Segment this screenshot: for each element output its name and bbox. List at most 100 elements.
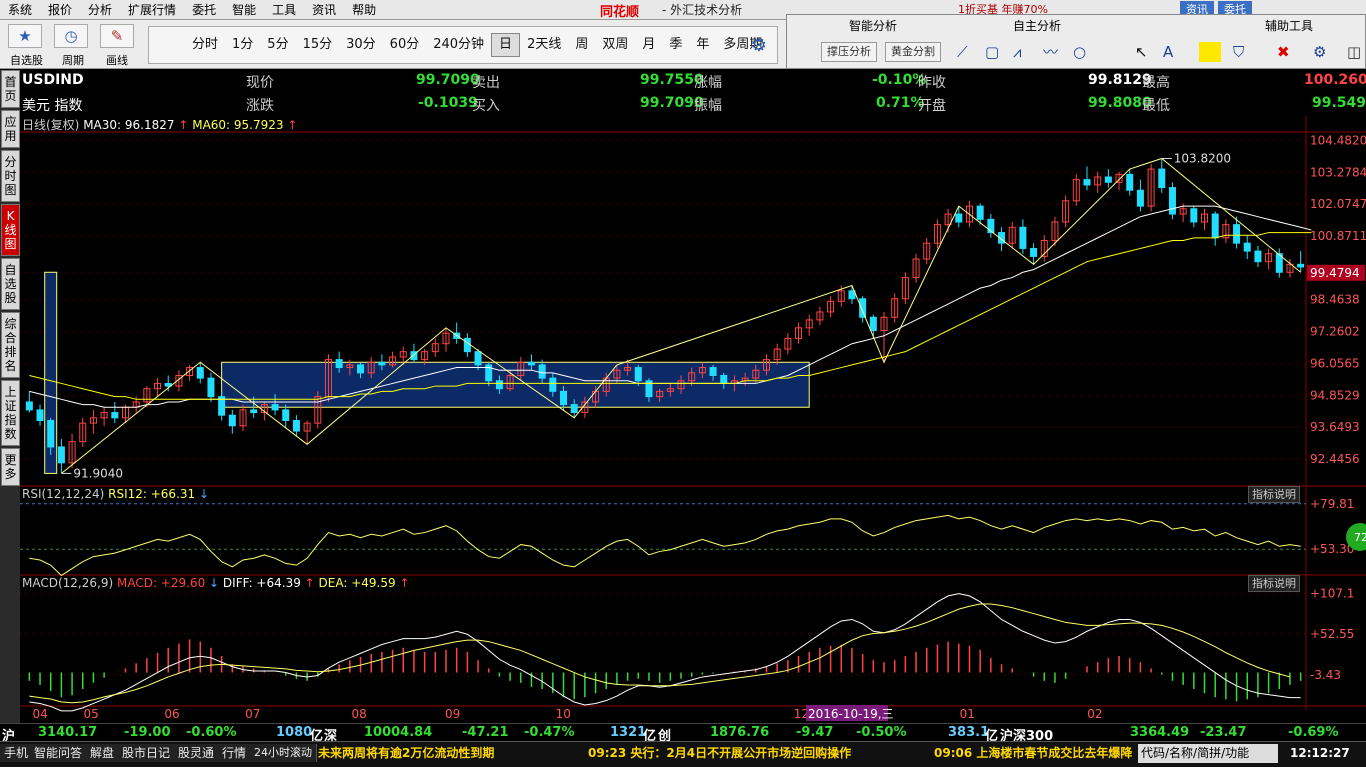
candle-body: [1233, 224, 1241, 244]
cursor-date-label: 2016-10-19,三: [808, 707, 894, 721]
polyline-tool-icon[interactable]: ⩘: [1013, 42, 1021, 62]
left-tab-sh-index[interactable]: 上证指数: [1, 380, 20, 446]
star-icon[interactable]: ★: [8, 24, 42, 48]
menu-item-tools[interactable]: 工具: [264, 0, 304, 20]
settings-icon[interactable]: ⚙: [1313, 42, 1326, 62]
watchlist-label[interactable]: 自选股: [10, 52, 43, 68]
left-tab-ranking[interactable]: 综合排名: [1, 312, 20, 378]
period-week[interactable]: 周: [568, 34, 595, 56]
draw-label[interactable]: 画线: [106, 52, 128, 68]
price-tick-label: 103.2784: [1310, 165, 1366, 179]
news-item[interactable]: 未来两周将有逾2万亿流动性到期: [318, 744, 494, 762]
symbol-code: USDIND: [22, 72, 84, 88]
cursor-icon[interactable]: ↖: [1135, 42, 1148, 62]
left-tab-apps[interactable]: 应用: [1, 110, 20, 148]
market-comment-button[interactable]: 解盘: [86, 744, 120, 762]
left-tab-home[interactable]: 首页: [1, 70, 20, 108]
smart-analysis-header[interactable]: 智能分析: [849, 17, 897, 34]
menu-item-trade[interactable]: 委托: [184, 0, 224, 20]
candle-body: [1254, 250, 1262, 263]
period-month[interactable]: 月: [635, 34, 662, 56]
color-swatch-icon[interactable]: [1199, 42, 1221, 62]
period-1m[interactable]: 1分: [225, 34, 260, 56]
open-label: 开盘: [918, 98, 946, 114]
period-15m[interactable]: 15分: [296, 34, 340, 56]
period-30m[interactable]: 30分: [339, 34, 383, 56]
rect-tool-icon[interactable]: ▢: [985, 42, 999, 62]
x-tick-label: 04: [33, 707, 48, 721]
line-tool-icon[interactable]: ⟋: [957, 42, 968, 62]
self-analysis-header[interactable]: 自主分析: [1013, 17, 1061, 34]
sh-index-value[interactable]: 3140.17: [38, 725, 97, 740]
clock-icon[interactable]: ◷: [54, 24, 88, 48]
price-tick-label: 93.6493: [1310, 420, 1360, 434]
smart-qa-button[interactable]: 智能问答: [30, 744, 88, 762]
bookmark-icon[interactable]: ⛉: [1233, 42, 1244, 62]
dea-value: DEA: +49.59: [318, 576, 396, 590]
period-intraday[interactable]: 分时: [185, 34, 225, 56]
period-5m[interactable]: 5分: [260, 34, 295, 56]
period-quarter[interactable]: 季: [662, 34, 689, 56]
circle-tool-icon[interactable]: ○: [1073, 42, 1086, 62]
kline-chart[interactable]: 104.4820 103.2784 102.0747 100.8711 98.4638 9…: [20, 116, 1366, 723]
stock-link-button[interactable]: 股灵通: [174, 744, 220, 762]
macd-legend: MACD(12,26,9) MACD: +29.60 ↓ DIFF: +64.3…: [22, 576, 410, 590]
menu-item-system[interactable]: 系统: [0, 0, 40, 20]
diary-button[interactable]: 股市日记: [118, 744, 176, 762]
quote-header: USDIND 美元 指数 现价 涨跌 99.7090 -0.1039 卖出 买入…: [20, 70, 1366, 116]
period-year[interactable]: 年: [689, 34, 716, 56]
period-label[interactable]: 周期: [62, 52, 84, 68]
mobile-button[interactable]: 手机: [0, 744, 34, 762]
menu-item-quote[interactable]: 报价: [40, 0, 80, 20]
sz-index-value[interactable]: 10004.84: [364, 725, 432, 740]
period-60m[interactable]: 60分: [383, 34, 427, 56]
golden-section-button[interactable]: 黄金分割: [885, 42, 941, 62]
left-tab-watchlist[interactable]: 自选股: [1, 258, 20, 310]
text-tool-icon[interactable]: A: [1163, 42, 1173, 62]
macd-explain-button[interactable]: 指标说明: [1248, 575, 1300, 592]
x-tick-label: 05: [84, 707, 99, 721]
menu-item-smart[interactable]: 智能: [224, 0, 264, 20]
code-search-input[interactable]: 代码/名称/简拼/功能: [1138, 744, 1278, 763]
left-tab-intraday[interactable]: 分时图: [1, 150, 20, 202]
gear-icon[interactable]: ⚙: [751, 35, 767, 56]
period-biweek[interactable]: 双周: [595, 34, 635, 56]
cy-index-value[interactable]: 1876.76: [710, 725, 769, 740]
news-item[interactable]: 09:06 上海楼市春节成交比去年爆降: [934, 744, 1136, 762]
zigzag-line: [61, 157, 1301, 474]
current-price-label: 99.4794: [1310, 266, 1360, 280]
period-day[interactable]: 日: [491, 33, 521, 57]
candle-body: [1136, 189, 1144, 207]
candle-body: [720, 374, 728, 384]
candle-body: [207, 377, 215, 398]
rolling-news-button[interactable]: 24小时滚动: [250, 744, 317, 762]
period-2day[interactable]: 2天线: [520, 34, 568, 56]
candle-body: [859, 298, 867, 318]
expand-icon[interactable]: ◫: [1347, 42, 1361, 62]
hs300-value[interactable]: 3364.49: [1130, 725, 1189, 740]
period-240m[interactable]: 240分钟: [426, 34, 491, 56]
menu-item-extended[interactable]: 扩展行情: [120, 0, 184, 20]
arrow-down-icon: ↓: [195, 487, 210, 501]
support-resistance-button[interactable]: 撑压分析: [821, 42, 877, 62]
side-badge-label: 72: [1354, 531, 1366, 544]
period-selector: 分时 1分 5分 15分 30分 60分 240分钟 日 2天线 周 双周 月 …: [148, 26, 778, 64]
window-title: - 外汇技术分析: [662, 3, 743, 17]
news-item[interactable]: 09:23 央行：2月4日不开展公开市场逆回购操作: [588, 744, 851, 762]
high-annotation: 103.8200: [1174, 151, 1231, 165]
menu-item-analysis[interactable]: 分析: [80, 0, 120, 20]
pen-icon[interactable]: ✎: [100, 24, 134, 48]
left-tab-kline[interactable]: K线图: [1, 204, 20, 256]
price-tick-label: 92.4456: [1310, 452, 1360, 466]
rsi-explain-button[interactable]: 指标说明: [1248, 486, 1300, 503]
candle-body: [1243, 242, 1251, 252]
delete-icon[interactable]: ✖: [1277, 42, 1290, 62]
aux-tools-header[interactable]: 辅助工具: [1265, 17, 1313, 34]
quote-button[interactable]: 行情: [218, 744, 252, 762]
chart-canvas[interactable]: 104.4820 103.2784 102.0747 100.8711 98.4638 9…: [20, 116, 1366, 723]
menu-item-help[interactable]: 帮助: [344, 0, 384, 20]
menu-item-news[interactable]: 资讯: [304, 0, 344, 20]
sh-index-pct: -0.60%: [186, 725, 237, 740]
wave-tool-icon[interactable]: 〰: [1043, 42, 1058, 62]
left-tab-more[interactable]: 更多: [1, 448, 20, 486]
